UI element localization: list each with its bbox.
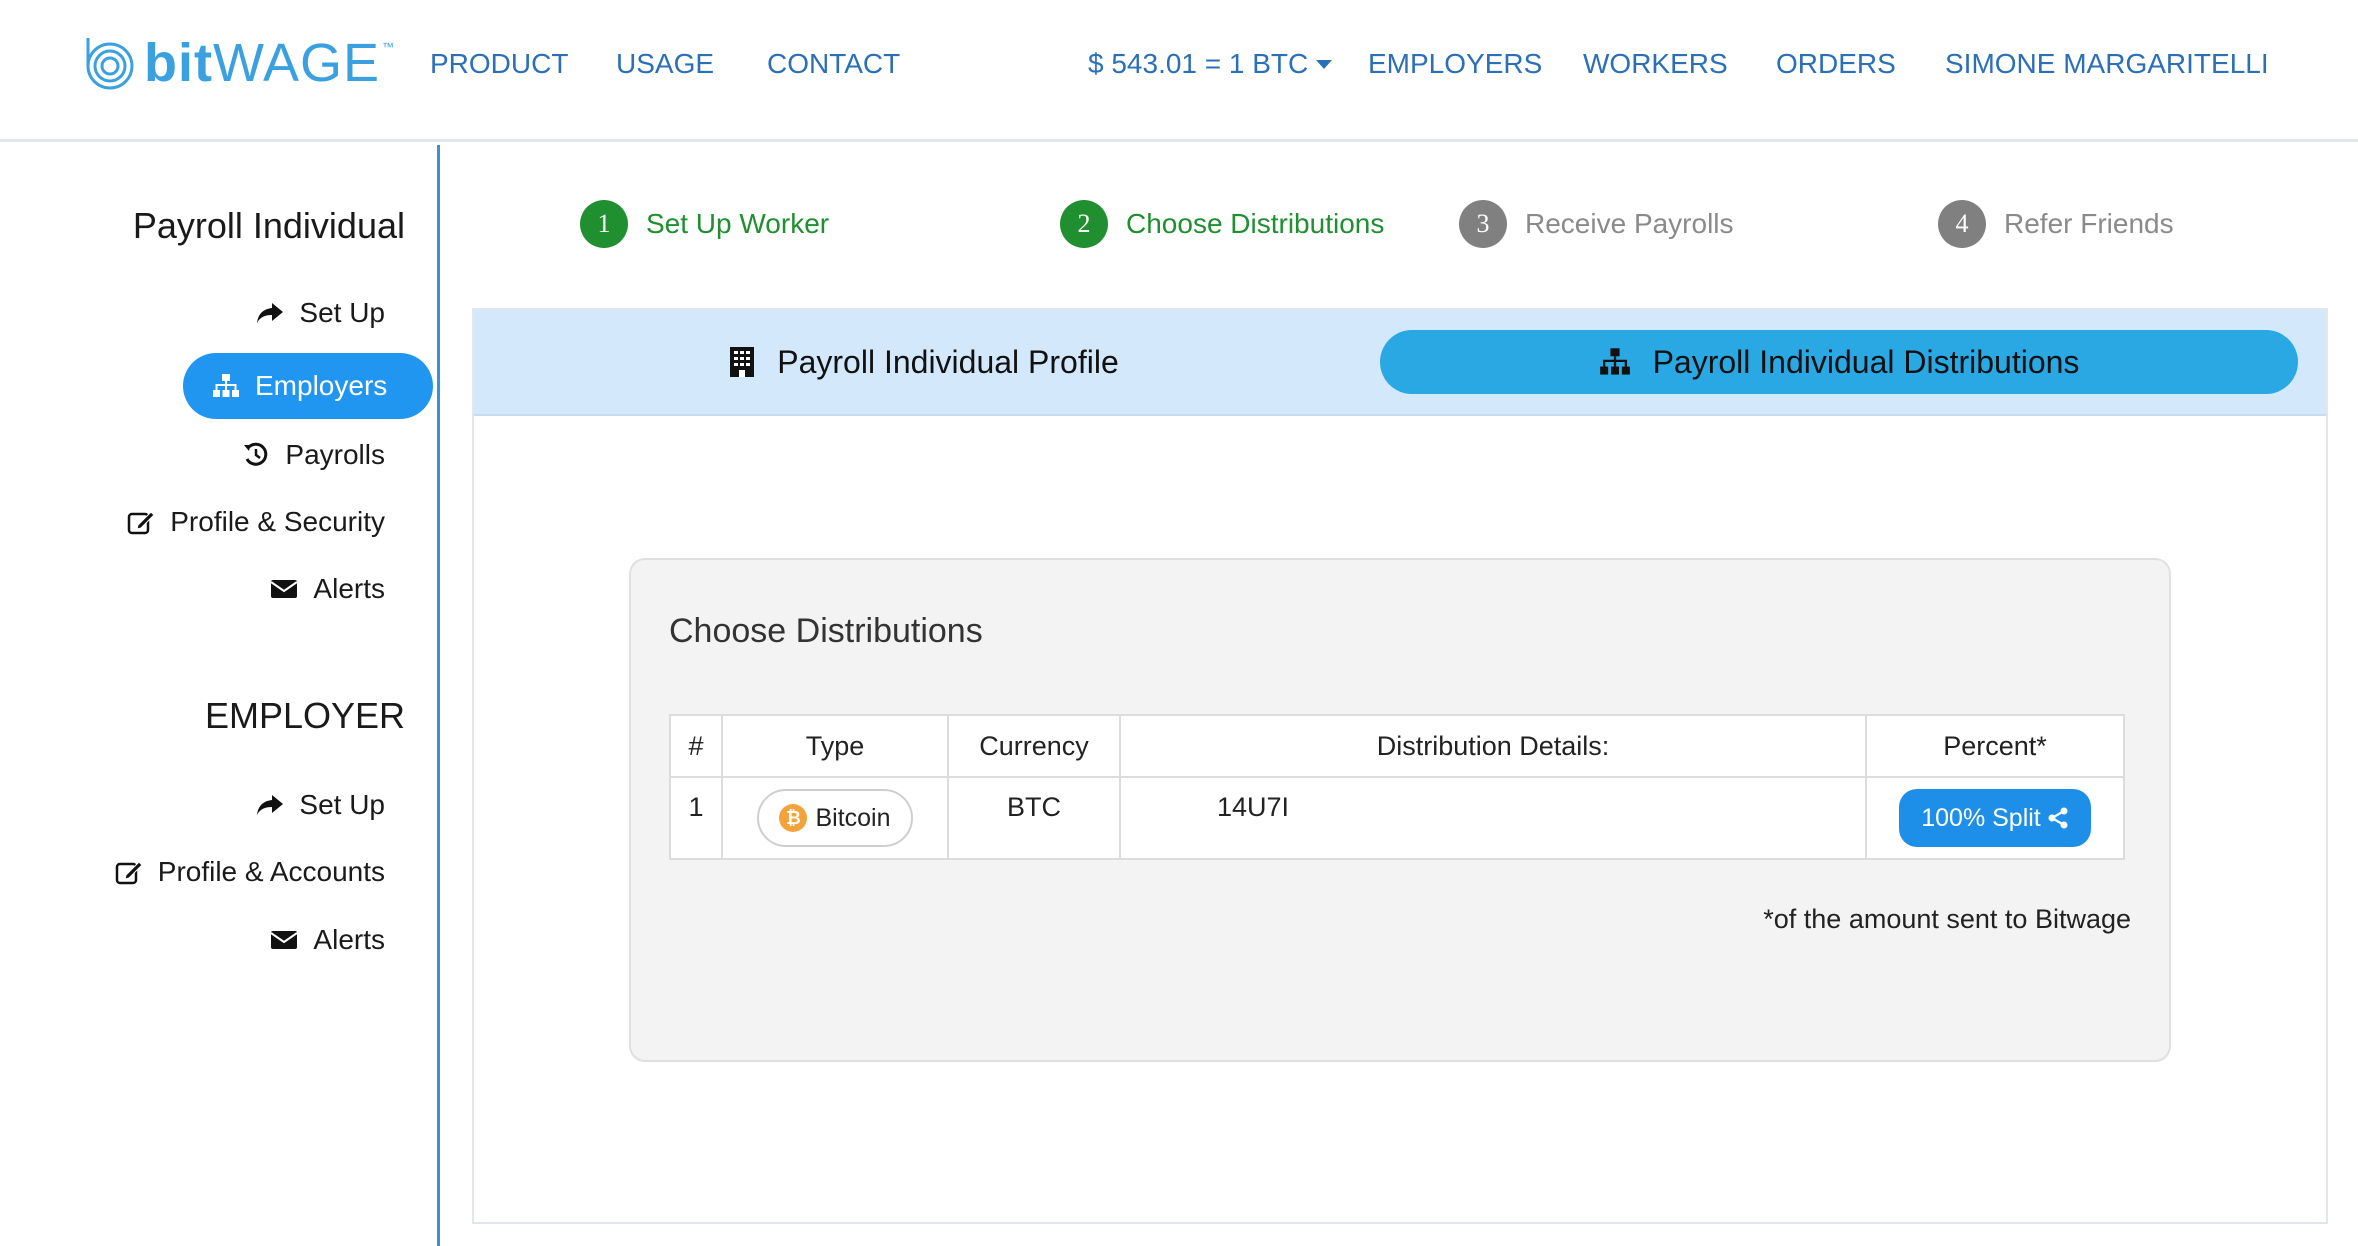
sidebar-item-label: Alerts: [313, 924, 385, 955]
share-icon: [255, 790, 285, 820]
nav-usage[interactable]: USAGE: [616, 48, 714, 80]
tab-label: Payroll Individual Profile: [777, 343, 1119, 380]
column-header-details: Distribution Details:: [1119, 714, 1867, 778]
sidebar-item-label: Profile & Security: [170, 506, 385, 537]
sidebar-item-employer-alerts[interactable]: Alerts: [269, 920, 385, 960]
nav-workers[interactable]: WORKERS: [1583, 48, 1728, 80]
building-icon: [729, 346, 755, 378]
split-label: 100% Split: [1921, 803, 2041, 832]
step-label: Receive Payrolls: [1525, 208, 1734, 239]
brand-name-light: WAGE: [212, 33, 380, 93]
row-number: 1: [669, 776, 723, 860]
caret-down-icon: [1316, 59, 1333, 69]
sidebar-item-label: Profile & Accounts: [157, 856, 385, 887]
envelope-icon: [269, 925, 299, 955]
sidebar-item-alerts[interactable]: Alerts: [269, 569, 385, 609]
sitemap-icon: [211, 371, 241, 401]
table-header-row: # Type Currency Distribution Details: Pe…: [669, 714, 2125, 778]
nav-contact[interactable]: CONTACT: [767, 48, 900, 80]
trademark: ™: [382, 40, 395, 54]
table-row: 1 ₿ Bitcoin BTC 14U7I 100% Split: [669, 776, 2125, 860]
row-currency: BTC: [947, 776, 1121, 860]
row-type-cell: ₿ Bitcoin: [721, 776, 949, 860]
step-label: Refer Friends: [2004, 208, 2174, 239]
edit-icon: [126, 507, 156, 537]
column-header-currency: Currency: [947, 714, 1121, 778]
card-title: Choose Distributions: [669, 612, 983, 650]
tab-profile[interactable]: Payroll Individual Profile: [474, 330, 1374, 394]
sidebar-item-label: Alerts: [313, 573, 385, 604]
tab-distributions[interactable]: Payroll Individual Distributions: [1380, 330, 2298, 394]
bitcoin-icon: ₿: [779, 804, 808, 832]
sidebar-item-set-up[interactable]: Set Up: [255, 293, 385, 333]
sidebar-item-label: Employers: [255, 370, 388, 401]
step-set-up-worker[interactable]: 1 Set Up Worker: [580, 200, 829, 248]
column-header-percent: Percent*: [1865, 714, 2125, 778]
row-percent-cell: 100% Split: [1865, 776, 2125, 860]
sidebar-item-employers[interactable]: Employers: [183, 353, 433, 419]
distributions-table: # Type Currency Distribution Details: Pe…: [669, 714, 2125, 860]
history-icon: [241, 440, 271, 470]
tabs-bar: Payroll Individual Profile Payroll Indiv…: [474, 310, 2326, 416]
nav-orders[interactable]: ORDERS: [1776, 48, 1896, 80]
split-button[interactable]: 100% Split: [1899, 789, 2091, 847]
type-label: Bitcoin: [815, 803, 891, 832]
step-number: 3: [1459, 200, 1507, 248]
sidebar-item-profile-accounts[interactable]: Profile & Accounts: [114, 852, 385, 892]
nav-product[interactable]: PRODUCT: [430, 48, 568, 80]
column-header-type: Type: [721, 714, 949, 778]
step-number: 2: [1060, 200, 1108, 248]
sidebar-item-label: Payrolls: [285, 439, 385, 470]
top-header: bit WAGE ™ PRODUCT USAGE CONTACT $ 543.01 …: [0, 0, 2358, 142]
step-receive-payrolls[interactable]: 3 Receive Payrolls: [1459, 200, 1734, 248]
share-icon: [255, 298, 285, 328]
sidebar: Payroll Individual Set Up Employers Payr…: [0, 145, 440, 1246]
column-header-number: #: [669, 714, 723, 778]
tab-label: Payroll Individual Distributions: [1652, 343, 2080, 380]
sidebar-item-profile-security[interactable]: Profile & Security: [126, 502, 385, 542]
step-label: Set Up Worker: [646, 208, 830, 239]
step-number: 1: [580, 200, 628, 248]
row-details: 14U7I: [1119, 776, 1867, 860]
share-alt-icon: [2047, 807, 2069, 829]
sidebar-section-employer: EMPLOYER: [204, 695, 405, 736]
edit-icon: [114, 857, 144, 887]
btc-price-dropdown[interactable]: $ 543.01 = 1 BTC: [1088, 48, 1333, 80]
nav-user-menu[interactable]: SIMONE MARGARITELLI: [1945, 48, 2269, 80]
step-label: Choose Distributions: [1126, 208, 1385, 239]
sidebar-item-label: Set Up: [299, 789, 385, 820]
choose-distributions-card: Choose Distributions # Type Currency Dis…: [629, 558, 2171, 1062]
sidebar-section-payroll-individual: Payroll Individual: [132, 205, 405, 246]
sidebar-item-employer-set-up[interactable]: Set Up: [255, 785, 385, 825]
sitemap-icon: [1599, 347, 1631, 377]
step-number: 4: [1938, 200, 1986, 248]
nav-employers[interactable]: EMPLOYERS: [1368, 48, 1542, 80]
step-choose-distributions[interactable]: 2 Choose Distributions: [1060, 200, 1384, 248]
step-refer-friends[interactable]: 4 Refer Friends: [1938, 200, 2174, 248]
sidebar-item-payrolls[interactable]: Payrolls: [241, 435, 385, 475]
brand-name-bold: bit: [144, 33, 213, 93]
brand-name: bit WAGE ™: [144, 32, 395, 94]
bitwage-logo[interactable]: bit WAGE ™: [78, 28, 395, 98]
percent-footnote: *of the amount sent to Bitwage: [1763, 904, 2131, 934]
envelope-icon: [269, 574, 299, 604]
btc-price-label: $ 543.01 = 1 BTC: [1088, 48, 1309, 79]
sidebar-item-label: Set Up: [299, 297, 385, 328]
bitwage-logo-icon: [86, 38, 134, 90]
main-panel: Payroll Individual Profile Payroll Indiv…: [472, 308, 2328, 1224]
type-pill-bitcoin[interactable]: ₿ Bitcoin: [757, 789, 913, 847]
